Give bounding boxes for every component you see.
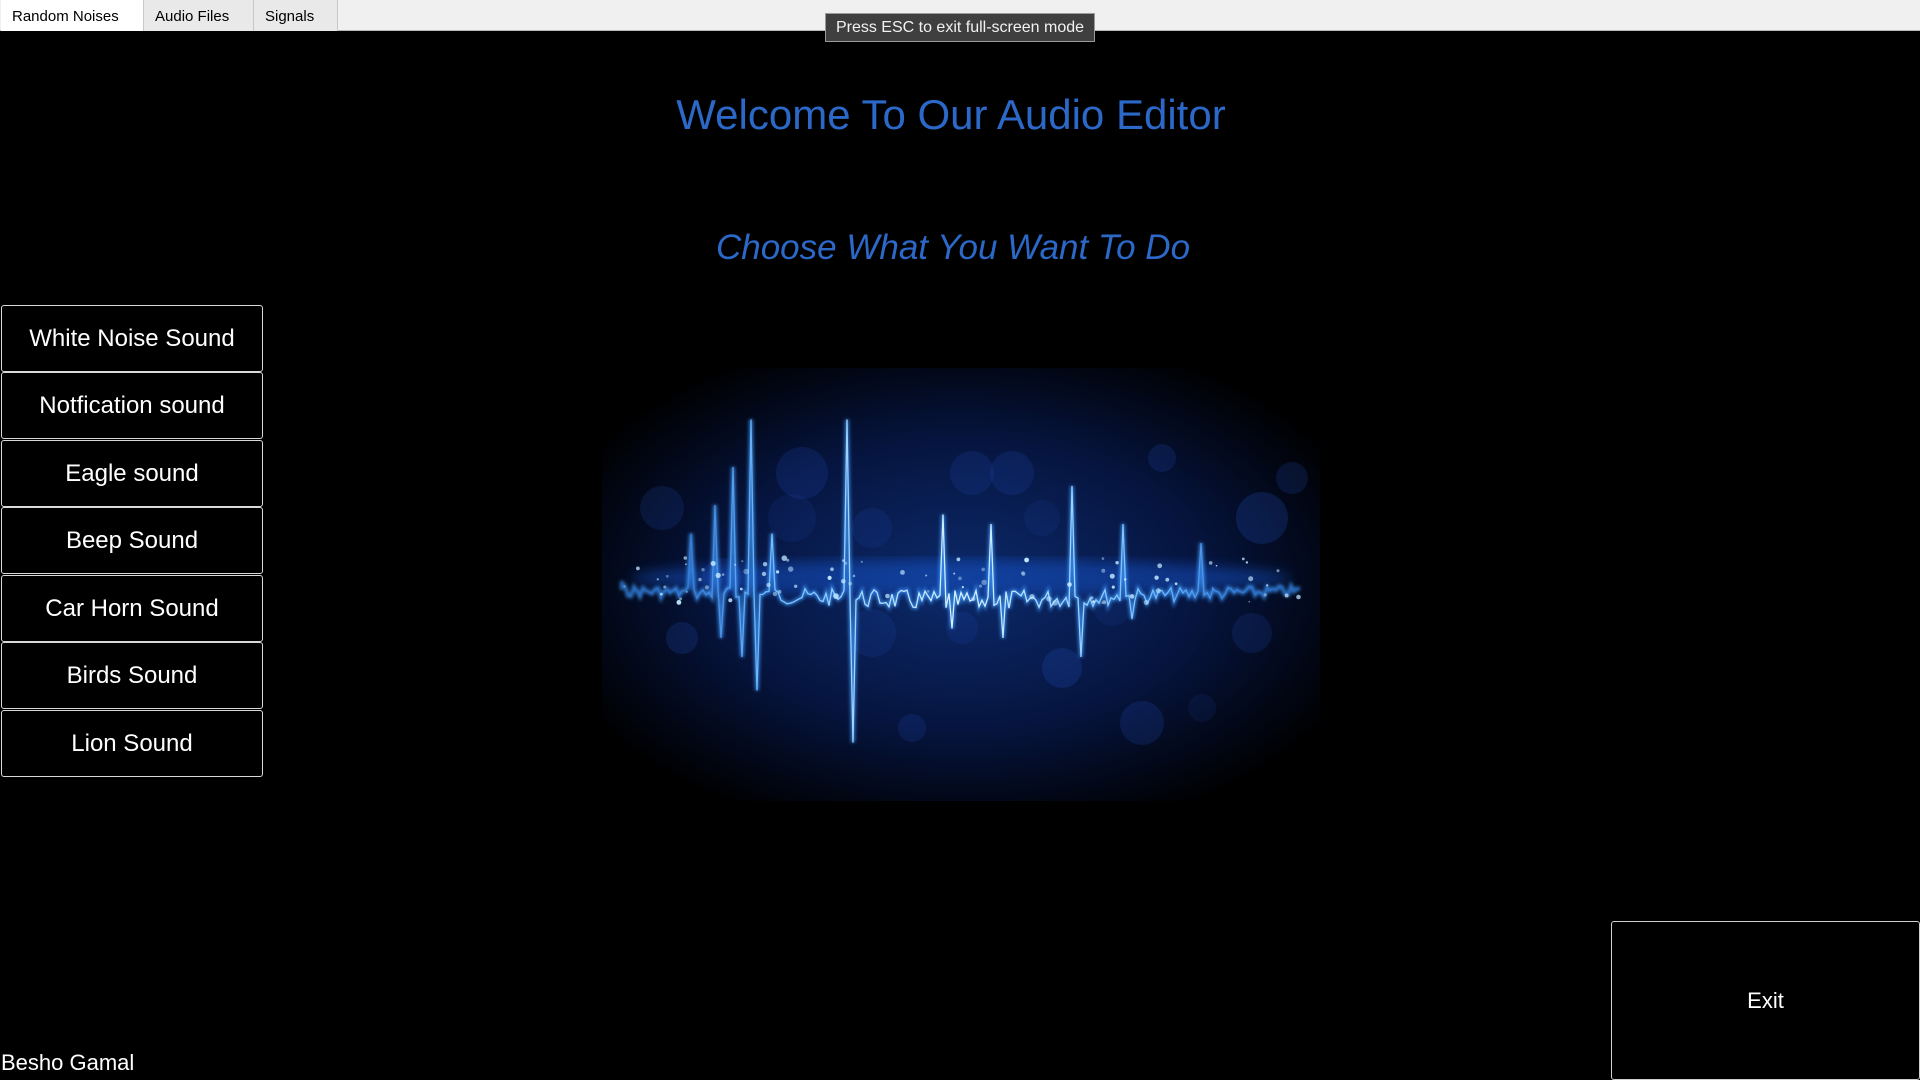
lion-sound-button[interactable]: Lion Sound — [1, 710, 263, 777]
exit-button[interactable]: Exit — [1611, 921, 1920, 1080]
fullscreen-notice: Press ESC to exit full-screen mode — [825, 13, 1095, 42]
welcome-heading: Welcome To Our Audio Editor — [676, 91, 1226, 138]
tab-audio-files[interactable]: Audio Files — [144, 0, 254, 31]
beep-sound-button[interactable]: Beep Sound — [1, 507, 263, 574]
notification-sound-button[interactable]: Notfication sound — [1, 372, 263, 439]
eagle-sound-button[interactable]: Eagle sound — [1, 440, 263, 507]
choose-subheading: Choose What You Want To Do — [715, 228, 1191, 267]
white-noise-button[interactable]: White Noise Sound — [1, 305, 263, 372]
tab-signals[interactable]: Signals — [254, 0, 338, 31]
tab-random-noises[interactable]: Random Noises — [1, 0, 144, 31]
sound-wave-image — [602, 368, 1320, 801]
author-label: Besho Gamal — [1, 1050, 135, 1075]
birds-sound-button[interactable]: Birds Sound — [1, 642, 263, 709]
car-horn-sound-button[interactable]: Car Horn Sound — [1, 575, 263, 642]
